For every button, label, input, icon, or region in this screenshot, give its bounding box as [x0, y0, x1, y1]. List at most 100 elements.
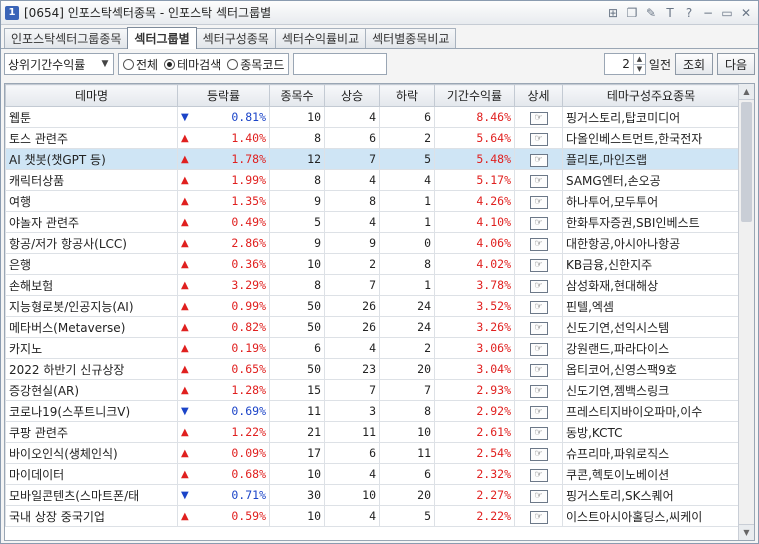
major-stocks-cell[interactable]: 핑거스토리,탑코미디어 — [562, 106, 740, 128]
detail-icon[interactable]: ☞ — [529, 174, 548, 188]
close-icon[interactable]: ✕ — [738, 5, 754, 21]
theme-name-cell[interactable]: 여행 — [5, 190, 178, 212]
tab-2[interactable]: 섹터구성종목 — [195, 28, 276, 48]
column-header-5[interactable]: 기간수익률 — [434, 84, 515, 107]
major-stocks-cell[interactable]: 플리토,마인즈랩 — [562, 148, 740, 170]
grid-icon[interactable]: ⊞ — [605, 5, 621, 21]
detail-icon[interactable]: ☞ — [529, 510, 548, 524]
radio-circle-icon[interactable] — [227, 58, 239, 70]
theme-name-cell[interactable]: 2022 하반기 신규상장 — [5, 358, 178, 380]
theme-name-cell[interactable]: 웹툰 — [5, 106, 178, 128]
theme-name-cell[interactable]: 은행 — [5, 253, 178, 275]
sort-select[interactable]: 상위기간수익률 ▼ — [4, 53, 114, 75]
table-row[interactable]: 증강현실(AR) ▲ 1.28% 15 7 7 2.93% ☞ 신도기연,젬백스링크 — [5, 379, 740, 401]
column-header-4[interactable]: 하락 — [379, 84, 435, 107]
scroll-down-icon[interactable]: ▼ — [739, 524, 754, 540]
major-stocks-cell[interactable]: 한화투자증권,SBI인베스트 — [562, 211, 740, 233]
table-row[interactable]: 토스 관련주 ▲ 1.40% 8 6 2 5.64% ☞ 다올인베스트먼트,한국전자 — [5, 127, 740, 149]
radio-option-1[interactable]: 테마검색 — [164, 56, 221, 73]
major-stocks-cell[interactable]: 이스트아시아홀딩스,씨케이 — [562, 505, 740, 527]
minimize-icon[interactable]: − — [700, 5, 716, 21]
table-row[interactable]: AI 챗봇(챗GPT 등) ▲ 1.78% 12 7 5 5.48% ☞ 플리토,마인즈랩 — [5, 148, 740, 170]
radio-option-2[interactable]: 종목코드 — [227, 56, 284, 73]
major-stocks-cell[interactable]: 다올인베스트먼트,한국전자 — [562, 127, 740, 149]
major-stocks-cell[interactable]: 옵티코어,신영스팩9호 — [562, 358, 740, 380]
table-row[interactable]: 메타버스(Metaverse) ▲ 0.82% 50 26 24 3.26% ☞ 신도기연,선익… — [5, 316, 740, 338]
table-row[interactable]: 손해보험 ▲ 3.29% 8 7 1 3.78% ☞ 삼성화재,현대해상 — [5, 274, 740, 296]
major-stocks-cell[interactable]: 신도기연,젬백스링크 — [562, 379, 740, 401]
major-stocks-cell[interactable]: 핑거스토리,SK스퀘어 — [562, 484, 740, 506]
stepper-up-icon[interactable]: ▲ — [633, 54, 645, 65]
tab-3[interactable]: 섹터수익률비교 — [274, 28, 367, 48]
detail-icon[interactable]: ☞ — [529, 426, 548, 440]
theme-name-cell[interactable]: 카지노 — [5, 337, 178, 359]
major-stocks-cell[interactable]: 슈프리마,파워로직스 — [562, 442, 740, 464]
detail-icon[interactable]: ☞ — [529, 258, 548, 272]
help-icon[interactable]: ? — [681, 5, 697, 21]
theme-name-cell[interactable]: 모바일콘텐츠(스마트폰/태 — [5, 484, 178, 506]
next-button[interactable]: 다음 — [717, 53, 755, 75]
detail-icon[interactable]: ☞ — [529, 447, 548, 461]
column-header-2[interactable]: 종목수 — [269, 84, 325, 107]
detail-icon[interactable]: ☞ — [529, 300, 548, 314]
table-row[interactable]: 2022 하반기 신규상장 ▲ 0.65% 50 23 20 3.04% ☞ 옵티코어,신영스팩… — [5, 358, 740, 380]
major-stocks-cell[interactable]: 동방,KCTC — [562, 421, 740, 443]
table-row[interactable]: 캐릭터상품 ▲ 1.99% 8 4 4 5.17% ☞ SAMG엔터,손오공 — [5, 169, 740, 191]
detail-icon[interactable]: ☞ — [529, 489, 548, 503]
major-stocks-cell[interactable]: 프레스티지바이오파마,이수 — [562, 400, 740, 422]
code-input[interactable] — [293, 53, 388, 75]
table-row[interactable]: 항공/저가 항공사(LCC) ▲ 2.86% 9 9 0 4.06% ☞ 대한항공,아시아나항공 — [5, 232, 740, 254]
detail-icon[interactable]: ☞ — [529, 363, 548, 377]
detail-icon[interactable]: ☞ — [529, 153, 548, 167]
detail-icon[interactable]: ☞ — [529, 384, 548, 398]
detail-icon[interactable]: ☞ — [529, 216, 548, 230]
theme-name-cell[interactable]: 캐릭터상품 — [5, 169, 178, 191]
theme-name-cell[interactable]: 메타버스(Metaverse) — [5, 316, 178, 338]
restore-icon[interactable]: ▭ — [719, 5, 735, 21]
column-header-0[interactable]: 테마명 — [5, 84, 178, 107]
detail-icon[interactable]: ☞ — [529, 321, 548, 335]
copy-icon[interactable]: ❐ — [624, 5, 640, 21]
major-stocks-cell[interactable]: KB금융,신한지주 — [562, 253, 740, 275]
theme-name-cell[interactable]: AI 챗봇(챗GPT 등) — [5, 148, 178, 170]
theme-name-cell[interactable]: 바이오인식(생체인식) — [5, 442, 178, 464]
column-header-3[interactable]: 상승 — [324, 84, 380, 107]
major-stocks-cell[interactable]: 삼성화재,현대해상 — [562, 274, 740, 296]
days-stepper[interactable]: 2 ▲ ▼ — [603, 53, 646, 75]
table-row[interactable]: 웹툰 ▼ 0.81% 10 4 6 8.46% ☞ 핑거스토리,탑코미디어 — [5, 106, 740, 128]
theme-name-cell[interactable]: 지능형로봇/인공지능(AI) — [5, 295, 178, 317]
table-row[interactable]: 여행 ▲ 1.35% 9 8 1 4.26% ☞ 하나투어,모두투어 — [5, 190, 740, 212]
detail-icon[interactable]: ☞ — [529, 111, 548, 125]
theme-name-cell[interactable]: 손해보험 — [5, 274, 178, 296]
theme-name-cell[interactable]: 토스 관련주 — [5, 127, 178, 149]
table-row[interactable]: 야놀자 관련주 ▲ 0.49% 5 4 1 4.10% ☞ 한화투자증권,SBI인베스트 — [5, 211, 740, 233]
table-row[interactable]: 코로나19(스푸트니크V) ▼ 0.69% 11 3 8 2.92% ☞ 프레스티지바이오파마,… — [5, 400, 740, 422]
vertical-scrollbar[interactable]: ▲ ▼ — [738, 84, 754, 540]
radio-circle-icon[interactable] — [164, 58, 176, 70]
pin-icon[interactable]: ✎ — [643, 5, 659, 21]
scroll-up-icon[interactable]: ▲ — [739, 84, 754, 100]
detail-icon[interactable]: ☞ — [529, 237, 548, 251]
major-stocks-cell[interactable]: 하나투어,모두투어 — [562, 190, 740, 212]
radio-option-0[interactable]: 전체 — [123, 56, 158, 73]
major-stocks-cell[interactable]: 강원랜드,파라다이스 — [562, 337, 740, 359]
theme-name-cell[interactable]: 야놀자 관련주 — [5, 211, 178, 233]
theme-name-cell[interactable]: 마이데이터 — [5, 463, 178, 485]
table-row[interactable]: 카지노 ▲ 0.19% 6 4 2 3.06% ☞ 강원랜드,파라다이스 — [5, 337, 740, 359]
theme-name-cell[interactable]: 국내 상장 중국기업 — [5, 505, 178, 527]
radio-circle-icon[interactable] — [123, 58, 134, 70]
query-button[interactable]: 조회 — [675, 53, 713, 75]
scroll-thumb[interactable] — [741, 102, 752, 222]
table-row[interactable]: 쿠팡 관련주 ▲ 1.22% 21 11 10 2.61% ☞ 동방,KCTC — [5, 421, 740, 443]
detail-icon[interactable]: ☞ — [529, 132, 548, 146]
major-stocks-cell[interactable]: 핀텔,엑셈 — [562, 295, 740, 317]
table-row[interactable]: 바이오인식(생체인식) ▲ 0.09% 17 6 11 2.54% ☞ 슈프리마,파워로직스 — [5, 442, 740, 464]
theme-name-cell[interactable]: 항공/저가 항공사(LCC) — [5, 232, 178, 254]
detail-icon[interactable]: ☞ — [529, 405, 548, 419]
theme-name-cell[interactable]: 증강현실(AR) — [5, 379, 178, 401]
table-row[interactable]: 은행 ▲ 0.36% 10 2 8 4.02% ☞ KB금융,신한지주 — [5, 253, 740, 275]
stepper-down-icon[interactable]: ▼ — [634, 65, 645, 75]
detail-icon[interactable]: ☞ — [529, 279, 548, 293]
detail-icon[interactable]: ☞ — [529, 195, 548, 209]
theme-name-cell[interactable]: 쿠팡 관련주 — [5, 421, 178, 443]
